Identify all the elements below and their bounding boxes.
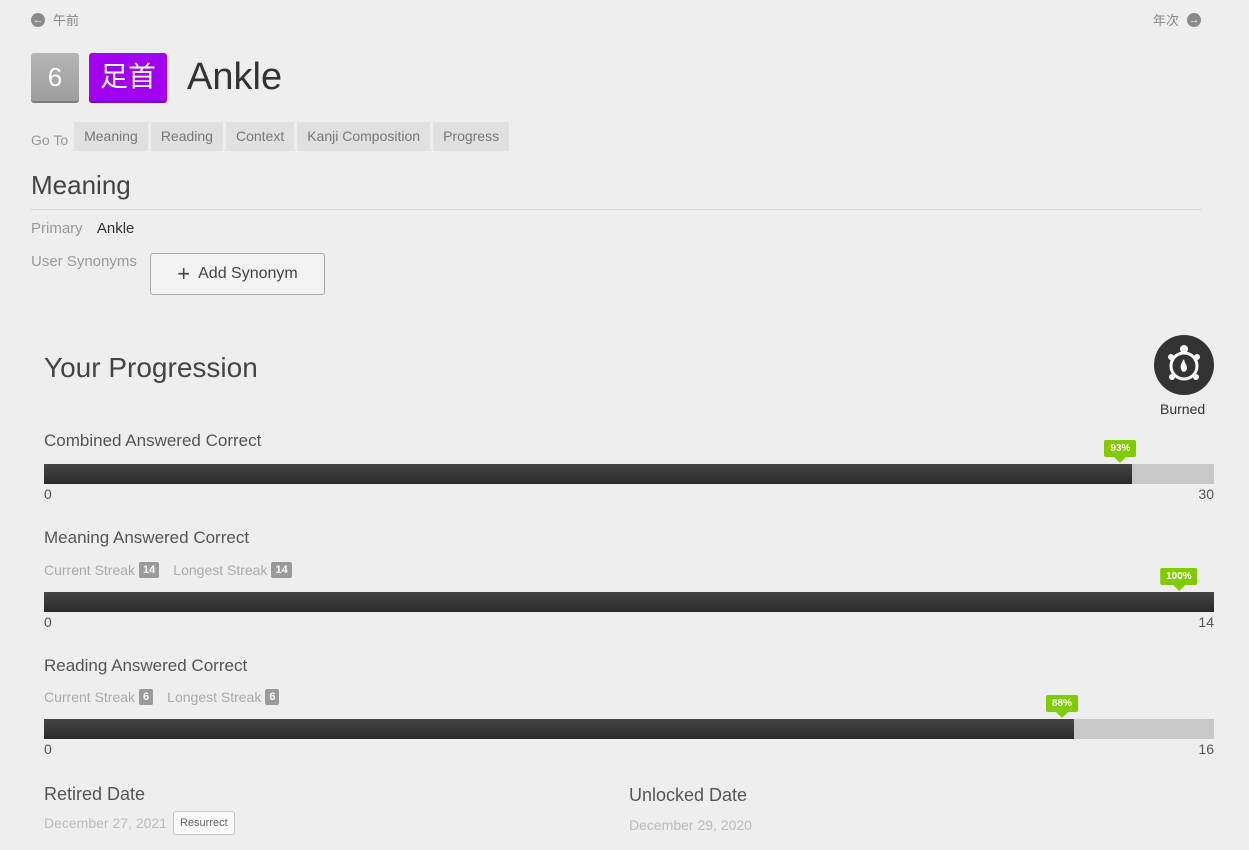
- resurrect-button[interactable]: Resurrect: [173, 811, 235, 835]
- reading-min-label: 0: [44, 741, 52, 757]
- longest-streak-label: Longest Streak: [173, 562, 268, 578]
- reading-progress-fill: [44, 719, 1074, 739]
- unlocked-date-title: Unlocked Date: [629, 785, 748, 805]
- meaning-progress-fill: [44, 592, 1214, 612]
- reading-correct-title: Reading Answered Correct: [44, 656, 248, 675]
- combined-progress-bar: 93%: [44, 440, 1214, 484]
- reading-max-label: 16: [1198, 741, 1214, 757]
- next-item-link[interactable]: 年次 →: [1153, 10, 1201, 29]
- combined-percent-flag: 93%: [1104, 440, 1137, 463]
- arrow-left-circle-icon: ←: [31, 12, 45, 27]
- meaning-min-label: 0: [44, 614, 52, 630]
- add-synonym-button[interactable]: + Add Synonym: [150, 253, 325, 295]
- reading-streak-row: Current Streak 6 Longest Streak 6: [44, 689, 293, 705]
- meaning-max-label: 14: [1198, 614, 1214, 630]
- goto-kanji-composition-link[interactable]: Kanji Composition: [297, 122, 431, 151]
- item-header: 6 足首 Ankle: [31, 53, 282, 101]
- meaning-progress-bar: 100%: [44, 568, 1214, 612]
- burned-turtle-icon: [1154, 335, 1214, 395]
- current-streak-label: Current Streak: [44, 562, 136, 578]
- vocabulary-characters: 足首: [89, 53, 168, 101]
- user-synonyms-label: User Synonyms: [31, 253, 137, 270]
- primary-meaning-row: Primary Ankle: [31, 220, 134, 237]
- next-item-label: 年次: [1152, 13, 1179, 28]
- current-streak-label: Current Streak: [44, 689, 136, 705]
- level-badge[interactable]: 6: [31, 53, 79, 101]
- plus-icon: +: [177, 261, 191, 286]
- add-synonym-label: Add Synonym: [198, 265, 298, 282]
- srs-stage-label: Burned: [1160, 401, 1206, 417]
- combined-correct-title: Combined Answered Correct: [44, 431, 262, 450]
- combined-max-label: 30: [1198, 486, 1214, 502]
- goto-context-link[interactable]: Context: [225, 122, 295, 151]
- reading-progress-bar: 88%: [44, 695, 1214, 739]
- meaning-percent-flag: 100%: [1160, 568, 1198, 591]
- arrow-right-circle-icon: →: [1187, 12, 1201, 27]
- goto-reading-link[interactable]: Reading: [150, 122, 223, 151]
- meaning-section-title: Meaning: [31, 170, 1201, 210]
- current-streak-badge: 14: [139, 562, 160, 578]
- previous-item-link[interactable]: ← 午前: [31, 10, 79, 29]
- unlocked-date-value: December 29, 2020: [629, 817, 752, 833]
- current-streak-badge: 6: [139, 689, 154, 705]
- primary-value: Ankle: [96, 220, 135, 237]
- longest-streak-badge: 14: [271, 562, 292, 578]
- combined-min-label: 0: [44, 486, 52, 502]
- goto-progress-link[interactable]: Progress: [433, 122, 510, 151]
- previous-item-label: 午前: [53, 13, 80, 28]
- goto-meaning-link[interactable]: Meaning: [74, 122, 148, 151]
- retired-date-title: Retired Date: [44, 784, 146, 804]
- retired-date-value: December 27, 2021: [44, 815, 167, 831]
- primary-label: Primary: [31, 220, 83, 237]
- progression-title: Your Progression: [44, 352, 258, 383]
- reading-percent-flag: 88%: [1045, 695, 1078, 718]
- combined-progress-fill: [44, 464, 1133, 484]
- meaning-correct-title: Meaning Answered Correct: [44, 528, 250, 547]
- goto-label: Go To: [31, 131, 69, 148]
- meaning-streak-row: Current Streak 14 Longest Streak 14: [44, 562, 306, 578]
- page-title: Ankle: [187, 55, 283, 98]
- longest-streak-badge: 6: [265, 689, 280, 705]
- longest-streak-label: Longest Streak: [167, 689, 262, 705]
- goto-nav: Go To Meaning Reading Context Kanji Comp…: [31, 122, 512, 151]
